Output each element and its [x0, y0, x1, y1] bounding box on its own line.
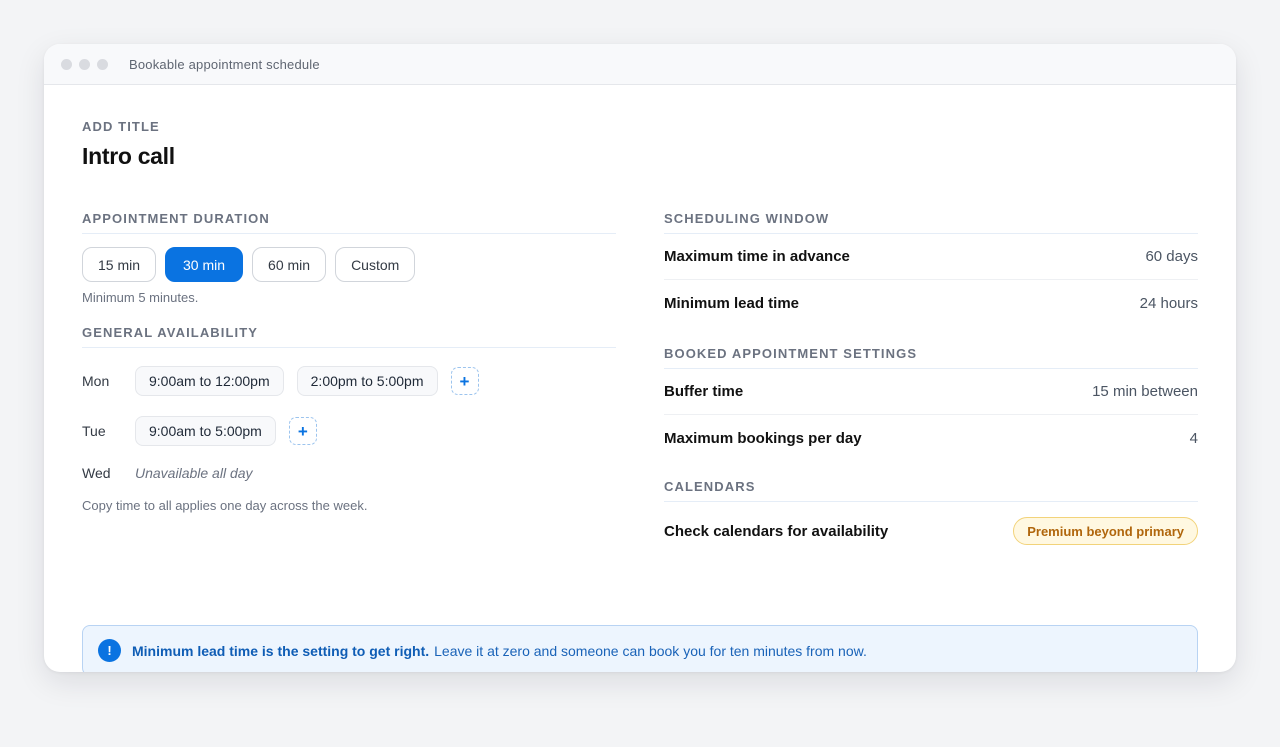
unavailable-label: Unavailable all day: [135, 465, 253, 481]
setting-row-max-advance[interactable]: Maximum time in advance 60 days: [664, 234, 1198, 280]
premium-badge: Premium beyond primary: [1013, 517, 1198, 545]
day-row-wed: Wed Unavailable all day: [82, 458, 616, 488]
callout-text: Leave it at zero and someone can book yo…: [434, 642, 867, 659]
appointment-title[interactable]: Intro call: [82, 143, 175, 170]
day-row-mon: Mon 9:00am to 12:00pm 2:00pm to 5:00pm +: [82, 366, 616, 396]
setting-row-buffer[interactable]: Buffer time 15 min between: [664, 369, 1198, 415]
duration-option-60[interactable]: 60 min: [252, 247, 327, 282]
setting-row-max-bookings[interactable]: Maximum bookings per day 4: [664, 415, 1198, 461]
setting-value[interactable]: 15 min between: [1092, 383, 1198, 400]
day-label: Mon: [82, 373, 110, 389]
duration-hint: Minimum 5 minutes.: [82, 290, 199, 305]
setting-label: Check calendars for availability: [664, 522, 889, 540]
day-label: Tue: [82, 423, 106, 439]
window-maximize-dot[interactable]: [97, 58, 108, 70]
availability-hint: Copy time to all applies one day across …: [82, 498, 368, 513]
title-label: ADD TITLE: [82, 119, 160, 134]
duration-option-30[interactable]: 30 min: [165, 247, 244, 282]
setting-value[interactable]: 24 hours: [1140, 295, 1198, 312]
plus-icon[interactable]: +: [450, 367, 479, 395]
duration-option-custom[interactable]: Custom: [335, 247, 416, 282]
setting-label: Maximum time in advance: [664, 248, 850, 265]
window-close-dot[interactable]: [61, 58, 72, 70]
scheduling-window-heading: SCHEDULING WINDOW: [664, 211, 1198, 234]
callout-heading: Minimum lead time is the setting to get …: [132, 642, 430, 659]
time-slot[interactable]: 2:00pm to 5:00pm: [296, 366, 438, 396]
duration-heading: APPOINTMENT DURATION: [82, 211, 616, 234]
info-callout: ! Minimum lead time is the setting to ge…: [82, 625, 1198, 672]
window-title: Bookable appointment schedule: [129, 56, 320, 72]
app-window: Bookable appointment schedule ADD TITLE …: [44, 44, 1236, 672]
setting-label: Buffer time: [664, 383, 744, 400]
calendars-heading: CALENDARS: [664, 479, 1198, 502]
info-icon: !: [98, 639, 121, 662]
day-row-tue: Tue 9:00am to 5:00pm +: [82, 416, 616, 446]
setting-label: Maximum bookings per day: [664, 429, 862, 447]
duration-option-15[interactable]: 15 min: [82, 247, 157, 282]
time-slot[interactable]: 9:00am to 5:00pm: [135, 416, 276, 446]
setting-value[interactable]: 60 days: [1145, 248, 1198, 265]
availability-heading: GENERAL AVAILABILITY: [82, 325, 616, 348]
title-bar: Bookable appointment schedule: [44, 44, 1236, 85]
window-minimize-dot[interactable]: [79, 58, 90, 70]
plus-icon[interactable]: +: [288, 417, 317, 445]
duration-options: 15 min 30 min 60 min Custom: [82, 247, 616, 282]
setting-row-min-lead[interactable]: Minimum lead time 24 hours: [664, 280, 1198, 326]
setting-row-calendars[interactable]: Check calendars for availability Premium…: [664, 502, 1198, 560]
time-slot[interactable]: 9:00am to 12:00pm: [135, 366, 284, 396]
setting-value[interactable]: 4: [1190, 430, 1198, 447]
setting-label: Minimum lead time: [664, 294, 800, 312]
day-label: Wed: [82, 465, 111, 481]
right-column: SCHEDULING WINDOW Maximum time in advanc…: [664, 211, 1198, 560]
booked-settings-heading: BOOKED APPOINTMENT SETTINGS: [664, 346, 1198, 369]
left-column: APPOINTMENT DURATION 15 min 30 min 60 mi…: [82, 211, 616, 513]
